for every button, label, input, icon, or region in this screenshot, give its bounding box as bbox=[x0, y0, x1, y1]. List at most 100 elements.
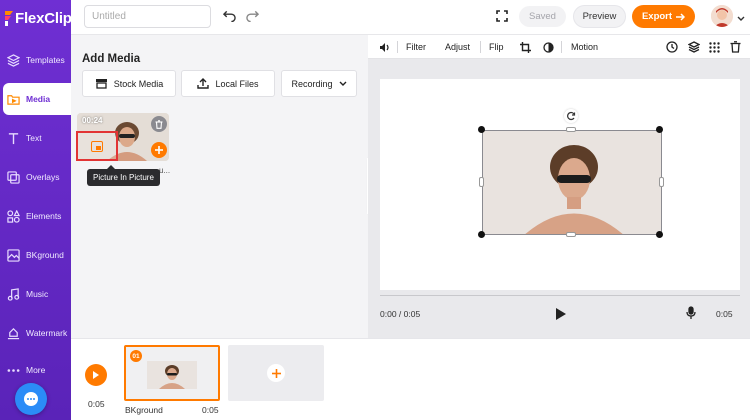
resize-handle[interactable] bbox=[656, 231, 663, 238]
crop-icon[interactable] bbox=[520, 35, 531, 59]
store-icon bbox=[95, 79, 107, 89]
music-icon bbox=[6, 287, 20, 301]
clip-number-badge: 01 bbox=[130, 350, 142, 362]
sidebar-item-label: Media bbox=[26, 94, 51, 104]
user-avatar[interactable] bbox=[711, 5, 733, 27]
motion-button[interactable]: Motion bbox=[571, 35, 598, 59]
resize-handle[interactable] bbox=[566, 127, 576, 132]
clip-name: BKground bbox=[125, 405, 163, 415]
flexclip-logo[interactable]: FlexClip bbox=[4, 7, 72, 29]
rotate-icon[interactable] bbox=[564, 109, 578, 123]
video-preview-image bbox=[483, 131, 661, 234]
flip-button[interactable]: Flip bbox=[489, 35, 504, 59]
sidebar-item-media[interactable]: Media bbox=[3, 83, 71, 115]
chevron-down-icon bbox=[339, 81, 347, 86]
tooltip: Picture In Picture bbox=[87, 165, 160, 186]
trash-icon[interactable] bbox=[730, 35, 741, 59]
resize-handle[interactable] bbox=[566, 232, 576, 237]
add-scene-button[interactable] bbox=[228, 345, 324, 401]
sidebar-item-label: Music bbox=[26, 289, 49, 299]
preview-button[interactable]: Preview bbox=[573, 5, 626, 28]
layers-icon[interactable] bbox=[688, 35, 700, 59]
arrow-right-icon bbox=[676, 12, 686, 21]
resize-handle[interactable] bbox=[656, 126, 663, 133]
video-clip-frame[interactable] bbox=[482, 130, 662, 235]
recording-dropdown[interactable]: Recording bbox=[281, 70, 357, 97]
sidebar-item-label: Overlays bbox=[26, 172, 60, 182]
thumbnail-duration: 00:24 bbox=[82, 116, 103, 125]
video-stage[interactable] bbox=[380, 79, 740, 290]
grid-icon[interactable] bbox=[709, 35, 720, 59]
elements-icon bbox=[6, 209, 20, 223]
delete-media-button[interactable] bbox=[151, 116, 167, 132]
undo-icon[interactable] bbox=[222, 9, 236, 23]
toolbar-divider bbox=[480, 41, 481, 53]
upload-icon bbox=[197, 78, 210, 89]
play-icon bbox=[93, 371, 99, 379]
sidebar-item-label: Text bbox=[26, 133, 42, 143]
resize-handle[interactable] bbox=[659, 177, 664, 187]
background-icon bbox=[6, 248, 20, 262]
total-duration: 0:05 bbox=[716, 309, 733, 319]
timeline-play-button[interactable] bbox=[85, 364, 107, 386]
add-to-timeline-button[interactable] bbox=[151, 142, 167, 158]
stock-media-label: Stock Media bbox=[113, 78, 164, 89]
layers-icon bbox=[6, 53, 20, 67]
top-bar: Saved Preview Export bbox=[71, 0, 750, 35]
sidebar-item-label: Elements bbox=[26, 211, 62, 221]
current-time: 0:00 / 0:05 bbox=[380, 309, 421, 319]
microphone-icon[interactable] bbox=[686, 306, 696, 320]
toolbar-divider bbox=[561, 41, 562, 53]
text-icon bbox=[6, 131, 20, 145]
resize-handle[interactable] bbox=[478, 126, 485, 133]
redo-icon[interactable] bbox=[245, 9, 259, 23]
logo-text: FlexClip bbox=[15, 9, 72, 27]
playback-progress-bar[interactable] bbox=[380, 295, 740, 296]
volume-icon[interactable] bbox=[379, 35, 391, 59]
panel-title: Add Media bbox=[82, 53, 141, 65]
trash-icon bbox=[155, 119, 163, 129]
thumbnail-filename: u... bbox=[159, 166, 171, 175]
local-files-button[interactable]: Local Files bbox=[181, 70, 275, 97]
timeline-clip[interactable]: 01 bbox=[124, 345, 220, 401]
play-icon bbox=[556, 308, 566, 320]
adjust-button[interactable]: Adjust bbox=[445, 35, 470, 59]
more-icon bbox=[6, 363, 20, 377]
clip-thumbnail bbox=[147, 361, 197, 389]
sidebar-item-label: More bbox=[26, 365, 46, 375]
export-label: Export bbox=[641, 11, 673, 22]
color-icon[interactable] bbox=[543, 35, 554, 59]
sidebar-item-label: Watermark bbox=[26, 328, 68, 338]
saved-button[interactable]: Saved bbox=[519, 6, 566, 27]
resize-handle[interactable] bbox=[479, 177, 484, 187]
chevron-down-icon[interactable] bbox=[737, 13, 745, 21]
media-panel: Add Media Stock Media Local Files Record… bbox=[71, 35, 368, 338]
sidebar-item-elements[interactable]: Elements bbox=[0, 200, 71, 232]
filter-button[interactable]: Filter bbox=[406, 35, 426, 59]
sidebar-item-label: Templates bbox=[26, 55, 65, 65]
clock-icon[interactable] bbox=[666, 35, 678, 59]
clip-duration: 0:05 bbox=[202, 405, 219, 415]
recording-label: Recording bbox=[291, 78, 333, 89]
watermark-icon bbox=[6, 326, 20, 340]
chat-icon bbox=[24, 392, 38, 406]
sidebar-item-overlays[interactable]: Overlays bbox=[0, 161, 71, 193]
fullscreen-icon[interactable] bbox=[495, 9, 509, 23]
toolbar-divider bbox=[397, 41, 398, 53]
sidebar-item-bkground[interactable]: BKground bbox=[0, 239, 71, 271]
play-button[interactable] bbox=[555, 307, 567, 321]
sidebar-item-text[interactable]: Text bbox=[0, 122, 71, 154]
timeline: 0:05 01 BKground 0:05 bbox=[71, 338, 750, 420]
overlays-icon bbox=[6, 170, 20, 184]
resize-handle[interactable] bbox=[478, 231, 485, 238]
sidebar-item-more[interactable]: More bbox=[0, 354, 71, 386]
sidebar-item-templates[interactable]: Templates bbox=[0, 44, 71, 76]
sidebar-item-watermark[interactable]: Watermark bbox=[0, 317, 71, 349]
logo-mark-icon bbox=[4, 9, 14, 27]
export-button[interactable]: Export bbox=[632, 5, 695, 28]
stock-media-button[interactable]: Stock Media bbox=[82, 70, 176, 97]
picture-in-picture-button[interactable] bbox=[76, 131, 118, 161]
sidebar-item-music[interactable]: Music bbox=[0, 278, 71, 310]
project-title-input[interactable] bbox=[84, 5, 211, 28]
chat-support-button[interactable] bbox=[15, 383, 47, 415]
